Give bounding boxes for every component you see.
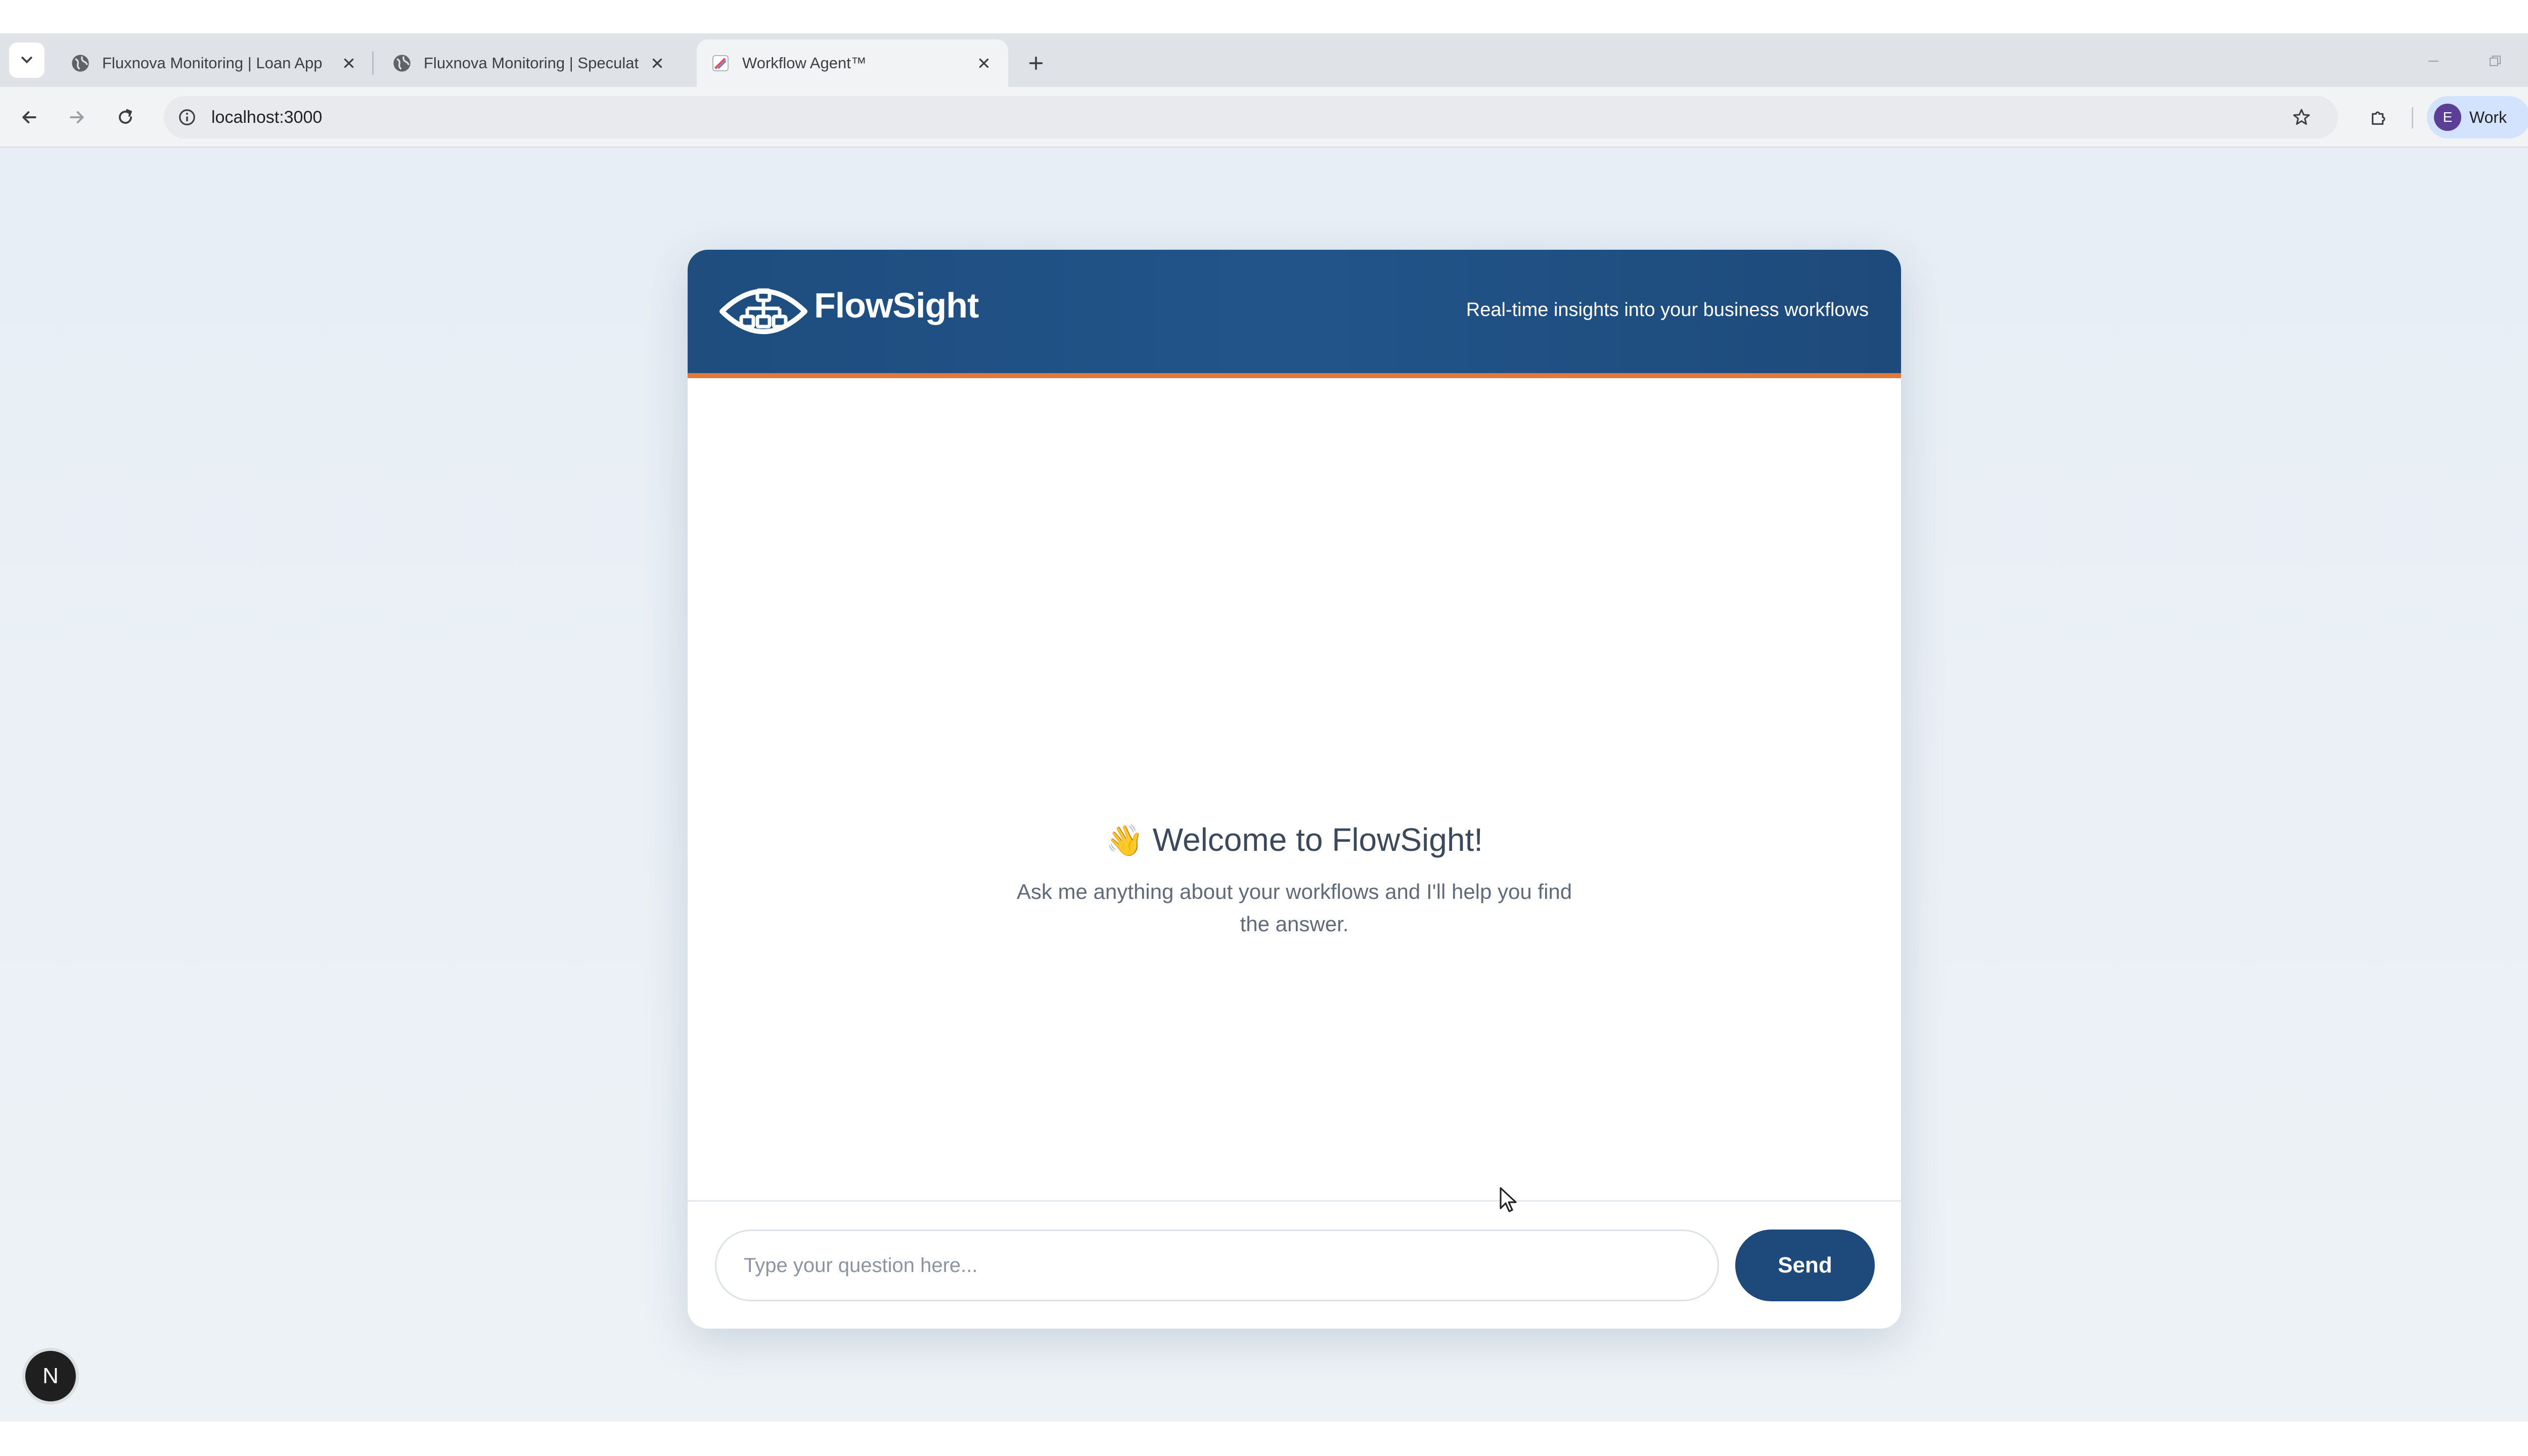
toolbar-separator <box>2412 107 2413 128</box>
avatar: E <box>2434 104 2461 131</box>
forward-button[interactable] <box>60 100 94 134</box>
window-top-bar <box>0 0 2528 33</box>
chat-card: FlowSight Real-time insights into your b… <box>688 250 1901 1329</box>
new-tab-button[interactable] <box>1018 46 1054 81</box>
restore-button[interactable] <box>2472 43 2518 79</box>
reload-button[interactable] <box>108 100 143 134</box>
header-tagline: Real-time insights into your business wo… <box>1466 299 1869 321</box>
minimize-button[interactable] <box>2411 43 2456 79</box>
site-info-icon[interactable] <box>173 103 201 131</box>
tab-loan-app[interactable]: Fluxnova Monitoring | Loan App <box>57 39 373 87</box>
pen-icon <box>710 53 731 74</box>
welcome-heading: 👋 Welcome to FlowSight! <box>688 821 1901 858</box>
arrow-right-icon <box>70 111 84 123</box>
welcome-title-text: Welcome to FlowSight! <box>1152 822 1483 858</box>
flowsight-logo-icon <box>719 288 807 334</box>
browser-toolbar: localhost:3000 E Work <box>0 87 2528 148</box>
waving-hand-icon: 👋 <box>1106 824 1144 857</box>
close-icon[interactable] <box>973 52 995 74</box>
star-icon[interactable] <box>2287 103 2316 131</box>
tab-speculat[interactable]: Fluxnova Monitoring | Speculat <box>378 39 682 87</box>
arrow-left-icon <box>22 111 36 123</box>
puzzle-icon <box>2372 111 2385 125</box>
minimize-icon <box>2428 61 2439 62</box>
mouse-cursor-icon <box>1500 1187 1517 1212</box>
restore-icon <box>2490 56 2501 66</box>
app-header: FlowSight Real-time insights into your b… <box>688 250 1901 378</box>
send-button[interactable]: Send <box>1735 1230 1875 1301</box>
chevron-down-icon <box>21 57 32 64</box>
profile-button[interactable]: E Work <box>2427 96 2528 139</box>
tab-strip: Fluxnova Monitoring | Loan App Fluxnova … <box>0 33 2528 87</box>
tab-workflow-agent[interactable]: Workflow Agent™ <box>697 39 1008 87</box>
tab-title: Fluxnova Monitoring | Loan App <box>102 54 323 72</box>
close-icon[interactable] <box>646 52 668 74</box>
bottom-strip <box>0 1422 2528 1456</box>
reload-icon <box>119 109 132 124</box>
brand-name: FlowSight <box>814 286 979 325</box>
globe-icon <box>70 53 91 74</box>
page-viewport: FlowSight Real-time insights into your b… <box>0 148 2528 1422</box>
url-text[interactable]: localhost:3000 <box>211 96 322 139</box>
tab-title: Fluxnova Monitoring | Speculat <box>424 54 639 72</box>
tab-title: Workflow Agent™ <box>742 54 867 72</box>
dev-tools-badge[interactable]: N <box>25 1351 76 1401</box>
tab-search-button[interactable] <box>9 42 44 78</box>
welcome-description: Ask me anything about your workflows and… <box>1016 880 1572 936</box>
extensions-button[interactable] <box>2362 100 2397 134</box>
back-button[interactable] <box>12 100 47 134</box>
profile-label: Work <box>2469 108 2507 126</box>
plus-icon <box>1029 56 1043 70</box>
composer-divider <box>688 1200 1901 1202</box>
tab-separator <box>372 52 374 75</box>
question-input[interactable] <box>715 1230 1719 1301</box>
globe-icon <box>391 53 413 74</box>
address-bar[interactable]: localhost:3000 <box>164 96 2338 139</box>
close-icon[interactable] <box>338 52 360 74</box>
